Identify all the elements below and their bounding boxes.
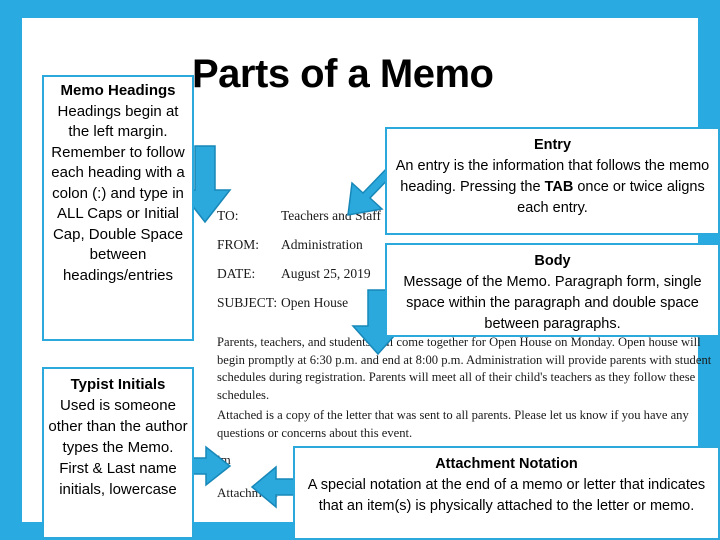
callout-text: Used is someone other than the author ty… xyxy=(48,397,188,498)
memo-heading-label: FROM: xyxy=(217,237,260,252)
slide-canvas: Parts of a Memo TO: Teachers and Staff F… xyxy=(0,0,720,540)
memo-body-paragraph-1: Parents, teachers, and students will com… xyxy=(217,335,712,402)
memo-heading-label: SUBJECT: xyxy=(217,295,278,310)
callout-heading: Body xyxy=(534,253,571,269)
callout-body: Body Message of the Memo. Paragraph form… xyxy=(385,243,720,337)
callout-typist-initials: Typist Initials Used is someone other th… xyxy=(42,367,194,539)
callout-text: Headings begin at the left margin. Remem… xyxy=(51,102,185,284)
callout-text: An entry is the information that follows… xyxy=(395,156,710,219)
callout-text-emphasis: TAB xyxy=(544,179,574,195)
slide-inner-white-area: Parts of a Memo TO: Teachers and Staff F… xyxy=(22,18,720,540)
callout-text: A special notation at the end of a memo … xyxy=(307,477,706,514)
page-title: Parts of a Memo xyxy=(192,52,494,96)
callout-heading: Memo Headings xyxy=(60,82,176,99)
callout-text: Message of the Memo. Paragraph form, sin… xyxy=(403,274,702,332)
memo-heading-value: Open House xyxy=(281,295,349,310)
memo-heading-value: August 25, 2019 xyxy=(281,266,371,281)
callout-attachment-notation: Attachment Notation A special notation a… xyxy=(293,446,720,540)
memo-heading-label: DATE: xyxy=(217,266,256,281)
memo-body-paragraph-2: Attached is a copy of the letter that wa… xyxy=(217,408,689,440)
callout-heading: Typist Initials xyxy=(70,376,166,393)
memo-heading-value: Administration xyxy=(281,237,363,252)
callout-heading: Entry xyxy=(533,137,572,153)
callout-entry: Entry An entry is the information that f… xyxy=(385,127,720,235)
callout-heading: Attachment Notation xyxy=(435,456,578,472)
callout-memo-headings: Memo Headings Headings begin at the left… xyxy=(42,75,194,341)
